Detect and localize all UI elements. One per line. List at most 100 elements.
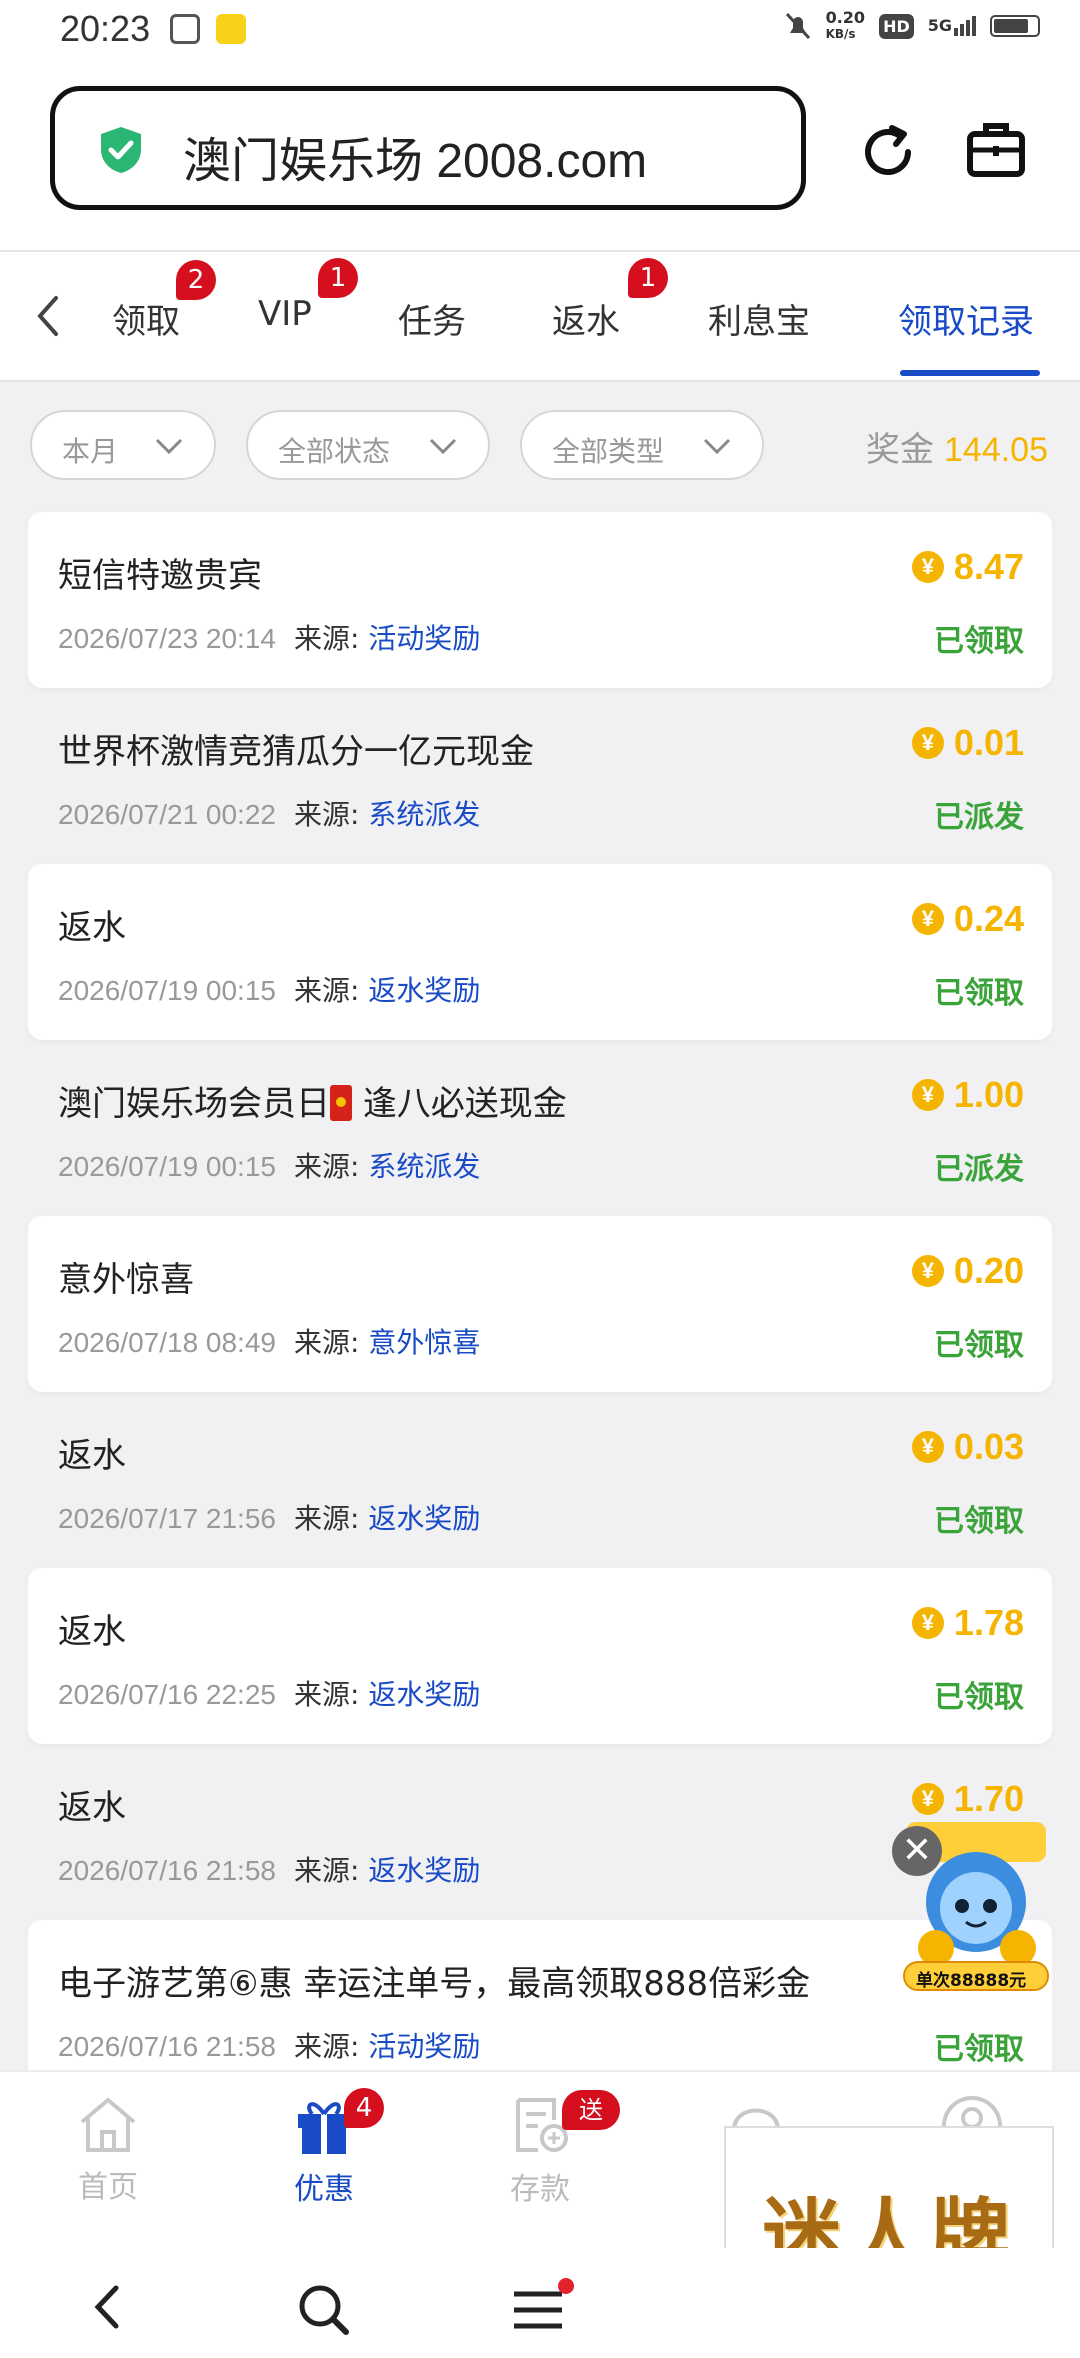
record-amount: ¥1.70 <box>911 1778 1024 1820</box>
home-icon <box>80 2097 136 2152</box>
tab-badge: 2 <box>176 260 216 300</box>
chevron-left-icon[interactable] <box>30 292 66 340</box>
status-indicators: 0.20 KB/s HD 5G <box>784 10 1040 42</box>
month-filter[interactable]: 本月 <box>30 410 216 480</box>
menu-icon[interactable] <box>510 2278 576 2338</box>
record-amount: ¥0.20 <box>911 1250 1024 1292</box>
record-title: 电子游艺第⑥惠 幸运注单号，最高领取888倍彩金 <box>58 1964 811 2004</box>
record-status: 已领取 <box>934 2032 1024 2067</box>
battery-icon <box>990 15 1040 37</box>
signal-5g-icon: 5G <box>928 16 976 36</box>
filter-bar: 本月 全部状态 全部类型 奖金 144.05 <box>0 382 1080 508</box>
tab-vip[interactable]: VIP 1 <box>258 258 358 334</box>
coin-icon: ¥ <box>911 1783 944 1815</box>
record-meta: 2026/07/16 22:25 来源: 返水奖励 <box>58 1678 481 1711</box>
coin-icon: ¥ <box>911 1255 944 1287</box>
record-title: 返水 <box>58 1788 126 1828</box>
list-item[interactable]: 返水 2026/07/17 21:56 来源: 返水奖励 ¥0.03 已领取 <box>28 1392 1052 1568</box>
coin-icon: ¥ <box>911 1079 944 1111</box>
record-source: 意外惊喜 <box>368 1326 481 1359</box>
record-title: 返水 <box>58 908 126 948</box>
chevron-down-icon <box>429 438 457 455</box>
app-notification-icon-2 <box>216 14 246 44</box>
bonus-amount: 144.05 <box>944 431 1048 469</box>
record-amount: ¥8.47 <box>911 546 1024 588</box>
record-source: 返水奖励 <box>368 1678 481 1711</box>
ad-banner-text: 单次88888元 <box>916 1971 1027 1991</box>
record-source: 活动奖励 <box>368 622 481 655</box>
nav-deposit[interactable]: 存款 送3% <box>470 2090 621 2208</box>
secure-shield-icon <box>101 127 141 173</box>
record-meta: 2026/07/18 08:49 来源: 意外惊喜 <box>58 1326 481 1359</box>
nav-home[interactable]: 首页 <box>38 2094 178 2206</box>
record-status: 已派发 <box>934 800 1024 835</box>
record-meta: 2026/07/21 00:22 来源: 系统派发 <box>58 798 481 831</box>
record-title: 澳门娱乐场会员日 逢八必送现金 <box>58 1084 567 1124</box>
tab-claim-records[interactable]: 领取记录 <box>898 294 1034 343</box>
close-ad-button[interactable]: ✕ <box>892 1826 942 1876</box>
record-title: 意外惊喜 <box>58 1260 194 1300</box>
coin-icon: ¥ <box>911 1607 944 1639</box>
record-meta: 2026/07/19 00:15 来源: 返水奖励 <box>58 974 481 1007</box>
coin-icon: ¥ <box>911 903 944 935</box>
status-time: 20:23 <box>60 8 151 49</box>
red-envelope-icon <box>330 1085 352 1121</box>
list-item[interactable]: 返水 2026/07/16 22:25 来源: 返水奖励 ¥1.78 已领取 <box>28 1568 1052 1744</box>
list-item[interactable]: 澳门娱乐场会员日 逢八必送现金 2026/07/19 00:15 来源: 系统派发… <box>28 1040 1052 1216</box>
status-filter[interactable]: 全部状态 <box>246 410 490 480</box>
tab-badge: 1 <box>318 258 358 298</box>
active-tab-indicator <box>900 370 1040 376</box>
record-title: 短信特邀贵宾 <box>58 556 262 596</box>
record-status: 已领取 <box>934 1328 1024 1363</box>
record-status: 已领取 <box>934 624 1024 659</box>
record-meta: 2026/07/23 20:14 来源: 活动奖励 <box>58 622 481 655</box>
record-source: 返水奖励 <box>368 974 481 1007</box>
record-amount: ¥0.03 <box>911 1426 1024 1468</box>
record-amount: ¥1.78 <box>911 1602 1024 1644</box>
app-notification-icon <box>170 14 200 44</box>
record-status: 已领取 <box>934 976 1024 1011</box>
briefcase-icon[interactable] <box>964 118 1028 182</box>
nav-badge: 4 <box>344 2088 384 2128</box>
mute-bell-icon <box>785 12 810 40</box>
chevron-down-icon <box>155 438 183 455</box>
list-item[interactable]: 意外惊喜 2026/07/18 08:49 来源: 意外惊喜 ¥0.20 已领取 <box>28 1216 1052 1392</box>
record-source: 返水奖励 <box>368 1502 481 1535</box>
record-title: 返水 <box>58 1612 126 1652</box>
record-meta: 2026/07/17 21:56 来源: 返水奖励 <box>58 1502 481 1535</box>
back-icon[interactable] <box>86 2282 126 2332</box>
tab-badge: 1 <box>628 258 668 298</box>
record-amount: ¥0.01 <box>911 722 1024 764</box>
coin-icon: ¥ <box>911 1431 944 1463</box>
url-bar[interactable]: 澳门娱乐场 2008.com <box>50 86 806 210</box>
list-item[interactable]: 返水 2026/07/19 00:15 来源: 返水奖励 ¥0.24 已领取 <box>28 864 1052 1040</box>
net-speed: 0.20 KB/s <box>825 8 866 42</box>
nav-promo[interactable]: 优惠 4 <box>254 2088 394 2208</box>
url-text: 澳门娱乐场 2008.com <box>183 135 648 188</box>
record-source: 返水奖励 <box>368 1854 481 1887</box>
type-filter[interactable]: 全部类型 <box>520 410 764 480</box>
hd-icon: HD <box>879 13 914 39</box>
reload-icon[interactable] <box>856 120 920 184</box>
list-item[interactable]: 世界杯激情竞猜瓜分一亿元现金 2026/07/21 00:22 来源: 系统派发 … <box>28 688 1052 864</box>
tab-claim[interactable]: 领取 2 <box>112 260 216 343</box>
search-icon[interactable] <box>296 2282 352 2338</box>
record-status: 已领取 <box>934 1680 1024 1715</box>
tab-interest[interactable]: 利息宝 <box>708 294 810 343</box>
browser-toolbar: 澳门娱乐场 2008.com <box>0 62 1080 252</box>
deposit-bonus-badge: 送3% <box>562 2090 621 2164</box>
list-item[interactable]: 短信特邀贵宾 2026/07/23 20:14 来源: 活动奖励 ¥8.47 已领… <box>28 512 1052 688</box>
record-meta: 2026/07/16 21:58 来源: 返水奖励 <box>58 1854 481 1887</box>
coin-icon: ¥ <box>911 551 944 583</box>
record-amount: ¥1.00 <box>911 1074 1024 1116</box>
tab-tasks[interactable]: 任务 <box>398 294 466 343</box>
chevron-down-icon <box>703 438 731 455</box>
record-amount: ¥0.24 <box>911 898 1024 940</box>
bonus-total: 奖金 144.05 <box>866 430 1048 470</box>
record-title: 返水 <box>58 1436 126 1476</box>
record-source: 系统派发 <box>368 798 481 831</box>
record-meta: 2026/07/16 21:58 来源: 活动奖励 <box>58 2030 481 2063</box>
tab-rebate[interactable]: 返水 1 <box>552 258 668 343</box>
record-source: 系统派发 <box>368 1150 481 1183</box>
promo-tabs: 领取 2 VIP 1 任务 返水 1 利息宝 领取记录 <box>0 252 1080 382</box>
